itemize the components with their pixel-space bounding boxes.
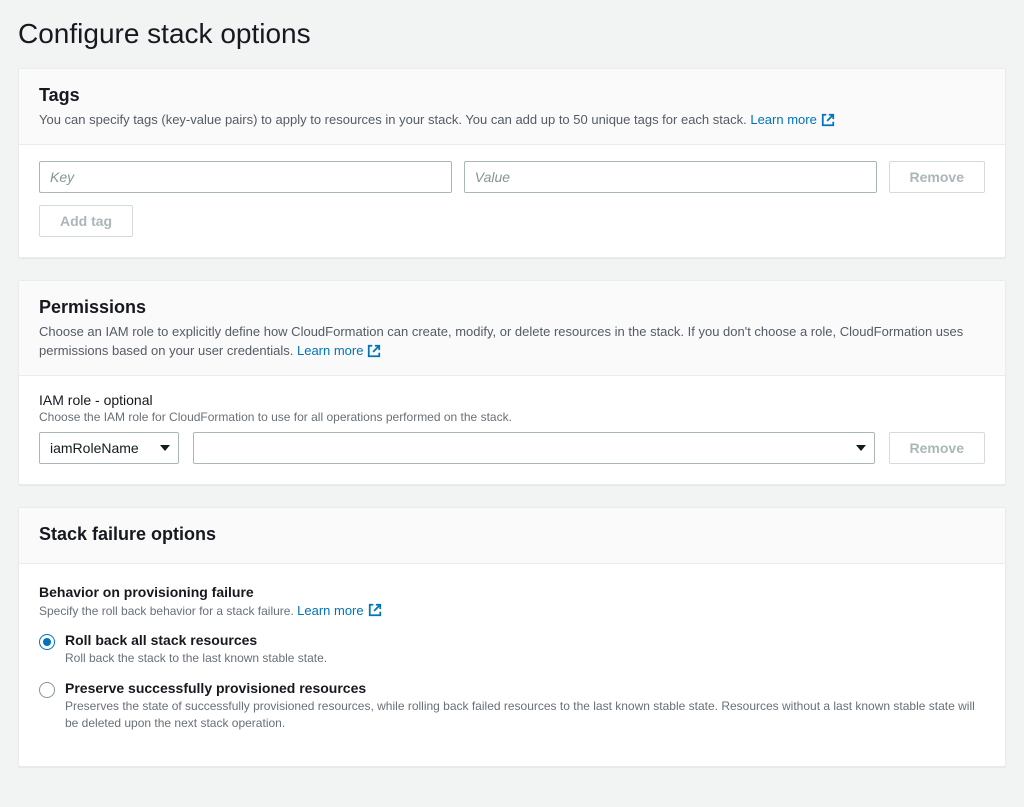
tag-row: Remove <box>39 161 985 193</box>
external-link-icon <box>367 344 381 358</box>
tags-panel: Tags You can specify tags (key-value pai… <box>18 68 1006 258</box>
iam-role-hint: Choose the IAM role for CloudFormation t… <box>39 410 985 424</box>
permissions-description: Choose an IAM role to explicitly define … <box>39 322 985 361</box>
failure-learn-more-link[interactable]: Learn more <box>297 603 381 618</box>
add-tag-button[interactable]: Add tag <box>39 205 133 237</box>
tags-header: Tags You can specify tags (key-value pai… <box>19 69 1005 145</box>
permissions-panel: Permissions Choose an IAM role to explic… <box>18 280 1006 485</box>
radio-button-icon <box>39 634 55 650</box>
stack-failure-title: Stack failure options <box>39 524 985 545</box>
stack-failure-panel: Stack failure options Behavior on provis… <box>18 507 1006 767</box>
radio-button-icon <box>39 682 55 698</box>
behavior-title: Behavior on provisioning failure <box>39 584 985 600</box>
stack-failure-header: Stack failure options <box>19 508 1005 564</box>
permissions-description-text: Choose an IAM role to explicitly define … <box>39 324 963 359</box>
remove-role-button[interactable]: Remove <box>889 432 985 464</box>
behavior-hint-text: Specify the roll back behavior for a sta… <box>39 604 294 618</box>
learn-more-label: Learn more <box>750 110 816 130</box>
tags-description: You can specify tags (key-value pairs) t… <box>39 110 985 130</box>
chevron-down-icon <box>160 445 170 451</box>
tags-body: Remove Add tag <box>19 145 1005 257</box>
iam-role-name-select[interactable] <box>193 432 875 464</box>
tag-value-input[interactable] <box>464 161 877 193</box>
tags-learn-more-link[interactable]: Learn more <box>750 110 834 130</box>
external-link-icon <box>368 603 382 617</box>
radio-desc: Preserves the state of successfully prov… <box>65 698 985 732</box>
permissions-learn-more-link[interactable]: Learn more <box>297 341 381 361</box>
radio-label: Roll back all stack resources <box>65 632 327 648</box>
remove-tag-button[interactable]: Remove <box>889 161 985 193</box>
iam-role-label: IAM role - optional <box>39 392 985 408</box>
tag-key-input[interactable] <box>39 161 452 193</box>
stack-failure-body: Behavior on provisioning failure Specify… <box>19 564 1005 766</box>
permissions-header: Permissions Choose an IAM role to explic… <box>19 281 1005 376</box>
iam-role-type-select[interactable]: iamRoleName <box>39 432 179 464</box>
radio-preserve-resources[interactable]: Preserve successfully provisioned resour… <box>39 680 985 732</box>
tags-description-text: You can specify tags (key-value pairs) t… <box>39 112 747 127</box>
page-title: Configure stack options <box>18 0 1006 68</box>
radio-label: Preserve successfully provisioned resour… <box>65 680 985 696</box>
external-link-icon <box>821 113 835 127</box>
learn-more-label: Learn more <box>297 603 363 618</box>
chevron-down-icon <box>856 445 866 451</box>
radio-rollback-all[interactable]: Roll back all stack resources Roll back … <box>39 632 985 667</box>
behavior-hint: Specify the roll back behavior for a sta… <box>39 604 382 618</box>
permissions-title: Permissions <box>39 297 985 318</box>
permissions-body: IAM role - optional Choose the IAM role … <box>19 376 1005 484</box>
iam-role-type-value: iamRoleName <box>50 440 139 456</box>
radio-desc: Roll back the stack to the last known st… <box>65 650 327 667</box>
failure-radio-group: Roll back all stack resources Roll back … <box>39 632 985 732</box>
learn-more-label: Learn more <box>297 341 363 361</box>
tags-title: Tags <box>39 85 985 106</box>
